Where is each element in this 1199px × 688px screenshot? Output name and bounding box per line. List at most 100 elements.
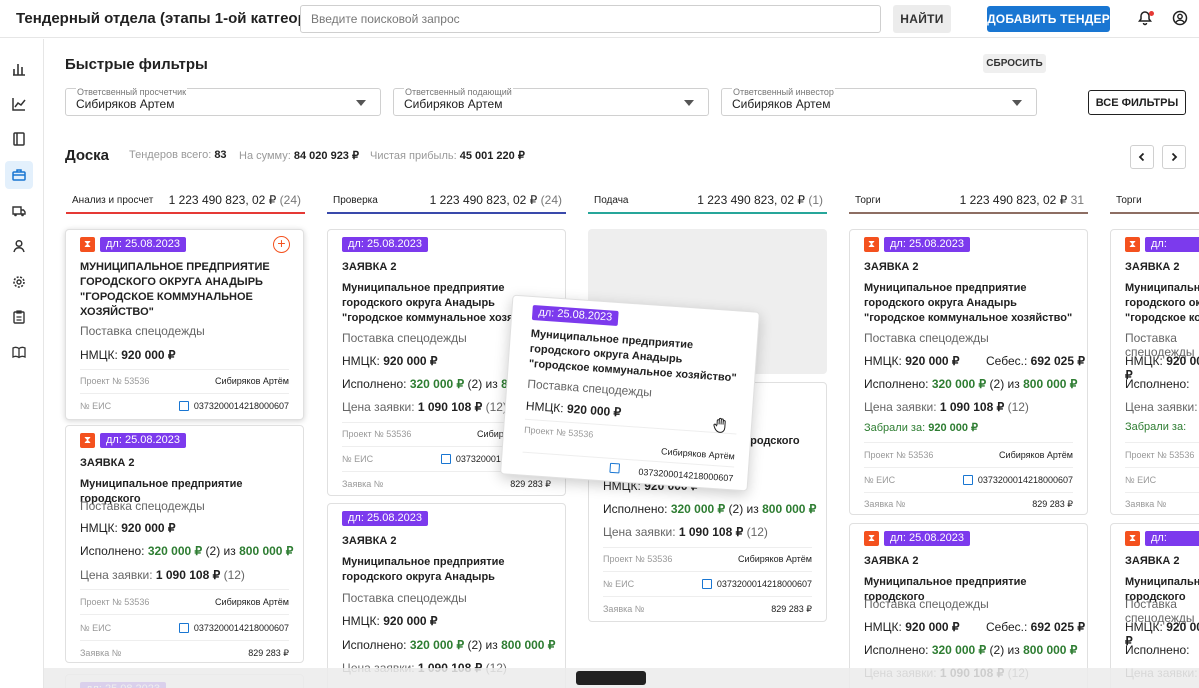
nmck-label: НМЦК: [525, 398, 565, 416]
price-value: 1 090 108 ₽ [678, 525, 744, 539]
done-label: Исполнено: [603, 502, 668, 516]
sidebar-item-users[interactable] [5, 232, 33, 260]
tender-card[interactable]: ⧗ дл: 25.08.2023 ЗАЯВКА 2 Муниципальное … [1110, 523, 1199, 688]
card-taken: Забрали за: [1125, 421, 1186, 433]
all-filters-button[interactable]: ВСЕ ФИЛЬТРЫ [1088, 90, 1186, 115]
copy-icon[interactable] [963, 475, 973, 485]
add-tender-button[interactable]: ДОБАВИТЬ ТЕНДЕР [987, 6, 1110, 32]
search-input[interactable] [300, 5, 881, 33]
filter-calculator[interactable]: Ответсвенный просчетчик Сибиряков Артем [65, 87, 381, 116]
done-total: 800 000 ₽ [239, 544, 294, 558]
column-sum: 1 223 490 823, 02 ₽ (24) [169, 193, 301, 207]
column-name: Торги [855, 195, 881, 206]
card-eis-number: 0373200014218000607 [193, 401, 289, 411]
column-accent [588, 212, 827, 214]
card-price: Цена заявки: 1 090 108 ₽ (12) [864, 400, 1029, 414]
top-bar: Тендерный отдела (этапы 1-ой катгеории) … [0, 0, 1199, 38]
sidebar-item-analytics[interactable] [5, 55, 33, 83]
card-eis-label: № ЕИС [1125, 475, 1157, 485]
tender-card[interactable]: ⧗ дл: 25.08.2023 ЗАЯВКА 2 Муниципальное … [849, 523, 1088, 688]
price-label: Цена заявки: [342, 400, 415, 414]
sidebar-item-delivery[interactable] [5, 197, 33, 225]
column-header-review: Проверка 1 223 490 823, 02 ₽ (24) [327, 187, 566, 214]
card-eis-label: № ЕИС [80, 401, 112, 411]
card-eis-label: № ЕИС [342, 454, 374, 464]
done-count: (2) из [467, 377, 498, 391]
card-request-label: Заявка № [864, 499, 906, 509]
done-total: 800 000 ₽ [762, 502, 817, 516]
deadline-badge: дл: 25.08.2023 [100, 237, 187, 252]
copy-icon[interactable] [609, 462, 621, 474]
card-person: Сибиряков Артём [999, 450, 1073, 460]
copy-icon[interactable] [179, 623, 189, 633]
card-person: Сибиряков Артём [215, 597, 289, 607]
card-request-label: Заявка № [342, 479, 384, 489]
card-done: Исполнено: 320 000 ₽ (2) из 800 000 ₽ [864, 643, 1077, 657]
board-next-button[interactable] [1162, 145, 1186, 169]
nmck-label: НМЦК: [864, 620, 902, 634]
divider [864, 442, 1073, 443]
taken-label: Забрали за: [1125, 421, 1187, 433]
copy-icon[interactable] [441, 454, 451, 464]
card-organization: МУНИЦИПАЛЬНОЕ ПРЕДПРИЯТИЕ ГОРОДСКОГО ОКР… [80, 261, 270, 318]
tender-card[interactable]: ⧗ дл: 25.08.2023 ЗАЯВКА 2 Муниципальное … [1110, 229, 1199, 515]
deadline-badge: дл: 25.08.2023 [884, 237, 971, 252]
gear-icon [13, 276, 25, 288]
column-accent [1110, 212, 1199, 214]
card-eis-number: 0373200014218000607 [193, 623, 289, 633]
card-person: Сибиряков Артём [660, 446, 736, 462]
sidebar-item-trends[interactable] [5, 90, 33, 118]
done-count: (2) из [728, 502, 759, 516]
done-value: 320 000 ₽ [670, 502, 726, 516]
sidebar-item-library[interactable] [5, 338, 33, 366]
price-label: Цена заявки: [864, 400, 937, 414]
stat-label: На сумму: [239, 150, 291, 162]
card-title: ЗАЯВКА 2 [342, 261, 397, 273]
done-value: 320 000 ₽ [147, 544, 203, 558]
sidebar-item-documents[interactable] [5, 125, 33, 153]
divider [80, 369, 289, 370]
filter-investor[interactable]: Ответсвенный инвестор Сибиряков Артем [721, 87, 1037, 116]
card-nmck: НМЦК: 920 000 ₽ [80, 348, 176, 362]
sidebar-item-tasks[interactable] [5, 303, 33, 331]
card-done: Исполнено: 320 000 ₽ (2) из 800 000 ₽ [80, 544, 293, 558]
tender-card[interactable]: дл: 25.08.2023 ЗАЯВКА 2 Муниципальное пр… [327, 503, 566, 688]
card-request-value: 829 283 ₽ [771, 604, 812, 614]
card-nmck: НМЦК: 920 000 ₽ [342, 354, 438, 368]
card-cost: Себес.: 692 025 ₽ [986, 620, 1085, 634]
card-done: Исполнено: [1125, 643, 1189, 657]
caret-down-icon [356, 100, 366, 106]
divider [1125, 492, 1199, 493]
copy-icon[interactable] [702, 579, 712, 589]
sidebar-item-settings[interactable] [5, 268, 33, 296]
board-prev-button[interactable] [1130, 145, 1154, 169]
add-circle-icon[interactable]: + [273, 236, 290, 253]
nmck-value: 920 000 ₽ [383, 614, 438, 628]
sidebar-item-tenders[interactable] [5, 161, 33, 189]
card-project: Проект № 53536 [342, 429, 412, 439]
nmck-value: 920 000 ₽ [905, 620, 960, 634]
column-sum: 1 223 490 823, 02 ₽ (1) [697, 193, 823, 207]
reset-filters-button[interactable]: СБРОСИТЬ [983, 54, 1046, 73]
tender-card[interactable]: ⧗ дл: 25.08.2023 ЗАЯВКА 2 Муниципальное … [849, 229, 1088, 515]
column-name: Подача [594, 195, 629, 206]
tender-card[interactable]: ⧗ дл: 25.08.2023 ЗАЯВКА 2 Муниципальное … [65, 425, 304, 663]
find-button[interactable]: НАЙТИ [893, 5, 951, 33]
card-project: Проект № 53536 [80, 597, 150, 607]
scrollbar-thumb[interactable] [576, 671, 646, 685]
column-sum: 1 223 490 823, 02 ₽ (24) [430, 193, 562, 207]
nmck-value: 920 000 ₽ [121, 348, 176, 362]
tender-card[interactable]: ⧗ дл: 25.08.2023 + МУНИЦИПАЛЬНОЕ ПРЕДПРИ… [65, 229, 304, 420]
card-done: Исполнено: 320 000 ₽ (2) из 800 000 ₽ [342, 638, 555, 652]
copy-icon[interactable] [179, 401, 189, 411]
nmck-label: НМЦК: [80, 521, 118, 535]
deadline-badge: дл: 25.08.2023 [1145, 237, 1199, 265]
filter-value: Сибиряков Артем [76, 97, 175, 111]
board-title: Доска [65, 147, 110, 164]
divider [603, 571, 812, 572]
account-icon[interactable] [1172, 10, 1188, 26]
card-nmck: НМЦК: 920 000 ₽ [525, 399, 621, 420]
price-value: 1 090 108 ₽ [417, 400, 483, 414]
filter-submitter[interactable]: Ответсвенный подающий Сибиряков Артем [393, 87, 709, 116]
dragged-tender-card[interactable]: дл: 25.08.2023 Муниципальное предприятие… [500, 294, 760, 492]
